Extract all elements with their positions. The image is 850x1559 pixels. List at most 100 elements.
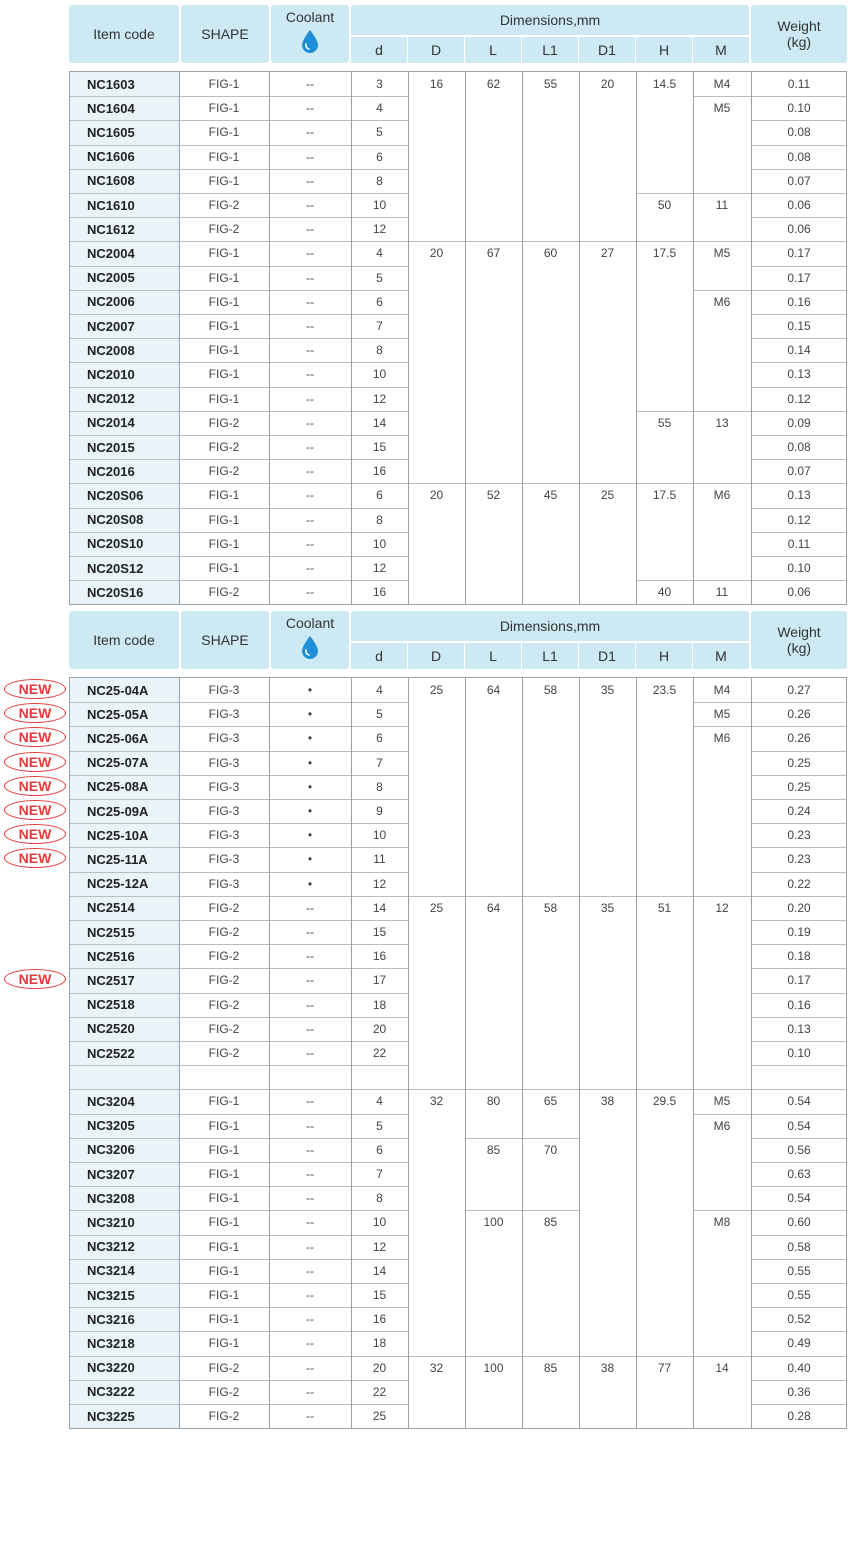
cell-h (636, 508, 693, 532)
cell-w: 0.17 (787, 246, 811, 261)
cell-coolant: -- (306, 1288, 314, 1303)
cell-h (636, 944, 693, 968)
cell-d (408, 556, 465, 580)
cell-coolant: -- (306, 77, 314, 92)
cell-code: NC1603 (87, 76, 135, 92)
cell-h (636, 1404, 693, 1428)
header-dim-d: d (351, 643, 407, 669)
cell-code: NC1610 (87, 197, 135, 213)
cell-m (693, 387, 751, 411)
cell-h (636, 1114, 693, 1138)
cell-d1 (579, 169, 636, 193)
cell-code: NC3212 (87, 1239, 135, 1255)
table-row: NC3222 FIG-2 -- 22 0.36 (69, 1380, 847, 1404)
table-row: NC2016 FIG-2 -- 16 0.07 (69, 459, 847, 483)
cell-l (465, 120, 522, 144)
cell-w: 0.15 (787, 319, 811, 334)
cell-w: 0.23 (787, 852, 811, 867)
table-row: NC25-05A FIG-3 • 5 M5 0.26 (69, 702, 847, 726)
cell-h (636, 169, 693, 193)
cell-shape: FIG-1 (208, 294, 240, 309)
cell-m (693, 1138, 751, 1162)
cell-shape: FIG-1 (208, 561, 240, 576)
cell-d1 (579, 96, 636, 120)
cell-l1 (522, 1235, 579, 1259)
cell-code: NC3220 (87, 1360, 135, 1376)
cell-coolant: -- (306, 246, 314, 261)
cell-d (408, 847, 465, 871)
cell-d (408, 338, 465, 362)
cell-w: 0.25 (787, 779, 811, 794)
cell-shape: FIG-1 (208, 1239, 240, 1254)
cell-code: NC20S12 (87, 560, 144, 576)
cell-d: 22 (372, 1384, 387, 1399)
cell-w: 0.54 (787, 1191, 811, 1206)
cell-code: NC2514 (87, 900, 135, 916)
cell-l1 (522, 1283, 579, 1307)
header-dim-l: L (465, 37, 521, 63)
cell-d: 32 (429, 1094, 444, 1109)
cell-code: NC2004 (87, 245, 135, 261)
cell-l (465, 847, 522, 871)
cell-h (636, 290, 693, 314)
cell-coolant: • (307, 828, 313, 843)
cell-w: 0.54 (787, 1094, 811, 1109)
cell-m (693, 532, 751, 556)
cell-m: M5 (713, 246, 731, 261)
table-row: NC25-09A FIG-3 • 9 0.24 (69, 799, 847, 823)
cell-shape: FIG-1 (208, 488, 240, 503)
cell-coolant: • (307, 876, 313, 891)
cell-h: 50 (657, 198, 672, 213)
cell-l (465, 1380, 522, 1404)
cell-h (636, 726, 693, 750)
column-divider (69, 678, 70, 1429)
column-divider (636, 678, 637, 1429)
cell-l1 (522, 1041, 579, 1065)
cell-l (465, 1307, 522, 1331)
cell-coolant (269, 1065, 351, 1089)
cell-shape: FIG-2 (208, 949, 240, 964)
cell-d1 (579, 532, 636, 556)
cell-d: 16 (372, 464, 387, 479)
cell-l (465, 145, 522, 169)
cell-w: 0.17 (787, 973, 811, 988)
cell-d1 (579, 847, 636, 871)
cell-l (465, 169, 522, 193)
cell-d (408, 1210, 465, 1234)
cell-l (465, 1065, 522, 1089)
cell-code: NC25-10A (87, 827, 149, 843)
cell-code: NC25-07A (87, 755, 149, 771)
cell-d1 (579, 338, 636, 362)
cell-code: NC1612 (87, 221, 135, 237)
cell-d1 (579, 1114, 636, 1138)
cell-code: NC2517 (87, 972, 135, 988)
cell-d: 20 (372, 1021, 387, 1036)
cell-coolant: -- (306, 997, 314, 1012)
header-dimensions-group: Dimensions,mm d D L L1 D1 H M (351, 5, 749, 63)
table-row: NC3218 FIG-1 -- 18 0.49 (69, 1331, 847, 1355)
table-row: NC20S06 FIG-1 -- 6 20 52 45 25 17.5 M6 0.13 (69, 483, 847, 507)
cell-d (408, 459, 465, 483)
cell-w: 0.26 (787, 731, 811, 746)
cell-h (636, 1162, 693, 1186)
cell-shape: FIG-1 (208, 101, 240, 116)
cell-code: NC20S16 (87, 584, 144, 600)
cell-l1 (522, 459, 579, 483)
cell-w: 0.13 (787, 488, 811, 503)
cell-d: 7 (376, 319, 383, 334)
cell-w: 0.63 (787, 1167, 811, 1182)
cell-coolant: -- (306, 125, 314, 140)
table-row (69, 1065, 847, 1089)
cell-d (408, 96, 465, 120)
cell-code: NC20S06 (87, 487, 144, 503)
cell-h: 55 (657, 415, 672, 430)
cell-h (636, 459, 693, 483)
header-coolant: Coolant (271, 611, 349, 669)
cell-d (408, 193, 465, 217)
cell-d: 5 (376, 707, 383, 722)
cell-m (693, 1331, 751, 1355)
cell-code: NC1605 (87, 124, 135, 140)
cell-coolant: -- (306, 949, 314, 964)
cell-l1 (522, 920, 579, 944)
cell-h (636, 1235, 693, 1259)
